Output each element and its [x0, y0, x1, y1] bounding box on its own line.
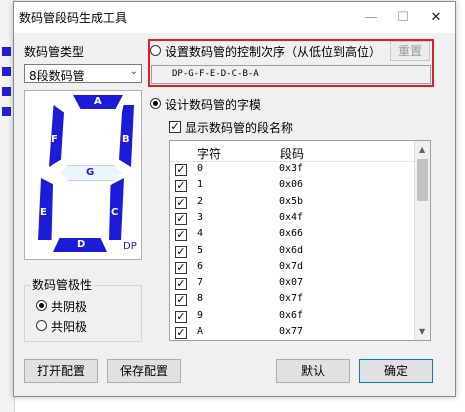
header-char: 字符 [197, 147, 222, 161]
close-icon[interactable]: ✕ [419, 2, 453, 33]
row-char: 4 [197, 228, 204, 240]
table-row[interactable]: ✓ 4 0x66 [170, 227, 412, 243]
table-header: 字符 段码 [170, 141, 415, 162]
show-names-label: 显示数码管的段名称 [185, 121, 294, 135]
segment-label-c: C [111, 207, 119, 218]
table-row[interactable]: ✓ 9 0x6f [170, 309, 412, 325]
design-radio-label: 设计数码管的字模 [165, 98, 262, 112]
table-row[interactable]: ✓ A 0x77 [170, 325, 412, 340]
reset-button[interactable]: 重置 [390, 41, 430, 61]
order-input[interactable]: DP-G-F-E-D-C-B-A [151, 65, 431, 84]
order-radio-label: 设置数码管的控制次序（从低位到高位） [165, 45, 382, 59]
table-row[interactable]: ✓ 0 0x3f [170, 162, 412, 178]
common-anode-radio[interactable] [36, 320, 47, 331]
maximize-icon[interactable]: ☐ [386, 2, 420, 33]
type-label: 数码管类型 [24, 45, 85, 59]
background-block [2, 47, 11, 56]
row-code: 0x6f [279, 309, 304, 321]
table-scrollbar[interactable]: ▲ ▼ [414, 141, 430, 340]
segment-label-f: F [51, 134, 58, 145]
row-checkbox[interactable]: ✓ [175, 245, 187, 258]
common-anode-label: 共阳极 [51, 320, 88, 334]
scroll-down-icon[interactable]: ▼ [419, 327, 425, 336]
row-code: 0x07 [279, 277, 304, 289]
row-char: 2 [197, 195, 204, 207]
ok-button[interactable]: 确定 [359, 359, 433, 383]
row-char: 3 [197, 211, 204, 223]
open-config-button[interactable]: 打开配置 [24, 359, 98, 383]
table-row[interactable]: ✓ 1 0x06 [170, 178, 412, 194]
row-char: 1 [197, 179, 204, 191]
window-title: 数码管段码生成工具 [19, 11, 128, 25]
row-char: A [197, 326, 204, 337]
type-select-value: 8段数码管 [29, 69, 85, 83]
segment-label-dp: DP [123, 241, 137, 252]
table-body: ✓ 0 0x3f ✓ 1 0x06 ✓ 2 0x5b ✓ 3 0x4f ✓ 4 0x66 ✓ 5 0x6d ✓ 6 0x… [170, 162, 415, 340]
row-code: 0x66 [279, 228, 304, 240]
row-checkbox[interactable]: ✓ [175, 212, 187, 225]
background-block [2, 87, 11, 96]
row-code: 0x5b [279, 195, 304, 207]
row-code: 0x06 [279, 179, 304, 191]
table-row[interactable]: ✓ 2 0x5b [170, 195, 412, 211]
common-cathode-radio[interactable] [36, 300, 47, 311]
save-config-button[interactable]: 保存配置 [107, 359, 181, 383]
row-checkbox[interactable]: ✓ [175, 229, 187, 242]
design-radio[interactable] [150, 98, 161, 109]
segment-label-e: E [40, 207, 47, 218]
row-code: 0x77 [279, 326, 304, 337]
segment-label-d: D [77, 239, 86, 250]
polarity-label: 数码管极性 [30, 276, 95, 293]
order-radio[interactable] [150, 45, 161, 56]
title-bar: 数码管段码生成工具 — ☐ ✕ [14, 2, 455, 33]
background-block [2, 67, 11, 76]
row-char: 8 [197, 293, 204, 305]
row-char: 9 [197, 309, 204, 321]
common-cathode-label: 共阴极 [51, 300, 88, 314]
segment-label-a: A [94, 96, 102, 107]
row-char: 7 [197, 277, 204, 289]
row-checkbox[interactable]: ✓ [175, 310, 187, 323]
segment-label-b: B [122, 134, 130, 145]
row-checkbox[interactable]: ✓ [175, 261, 187, 274]
row-code: 0x7d [279, 260, 304, 272]
show-names-checkbox[interactable]: ✓ [169, 121, 181, 133]
dialog-window: 数码管段码生成工具 — ☐ ✕ 数码管类型 8段数码管 ⌄ A B C D E … [13, 1, 456, 397]
segment-label-g: G [86, 167, 95, 178]
type-select[interactable]: 8段数码管 ⌄ [24, 64, 142, 83]
scroll-up-icon[interactable]: ▲ [419, 145, 425, 154]
table-row[interactable]: ✓ 5 0x6d [170, 244, 412, 260]
table-row[interactable]: ✓ 7 0x07 [170, 276, 412, 292]
row-code: 0x7f [279, 293, 304, 305]
row-checkbox[interactable]: ✓ [175, 196, 187, 209]
table-row[interactable]: ✓ 6 0x7d [170, 260, 412, 276]
row-code: 0x3f [279, 163, 304, 174]
row-code: 0x6d [279, 244, 304, 256]
table-row[interactable]: ✓ 8 0x7f [170, 292, 412, 308]
minimize-icon[interactable]: — [354, 2, 388, 33]
default-button[interactable]: 默认 [276, 359, 350, 383]
row-code: 0x4f [279, 211, 304, 223]
header-code: 段码 [280, 147, 305, 161]
scrollbar-thumb[interactable] [417, 159, 428, 201]
row-checkbox[interactable]: ✓ [175, 278, 187, 291]
row-char: 6 [197, 260, 204, 272]
background-block [2, 107, 11, 116]
segment-table: 字符 段码 ✓ 0 0x3f ✓ 1 0x06 ✓ 2 0x5b ✓ 3 0x4f ✓ 4 0x66 ✓ 5 0x… [169, 140, 431, 341]
table-row[interactable]: ✓ 3 0x4f [170, 211, 412, 227]
row-checkbox[interactable]: ✓ [175, 327, 187, 339]
segment-preview: A B C D E F G DP [24, 90, 142, 260]
row-char: 0 [197, 163, 204, 174]
row-checkbox[interactable]: ✓ [175, 180, 187, 193]
row-checkbox[interactable]: ✓ [175, 294, 187, 307]
row-checkbox[interactable]: ✓ [175, 164, 187, 176]
chevron-down-icon: ⌄ [129, 66, 138, 77]
row-char: 5 [197, 244, 204, 256]
